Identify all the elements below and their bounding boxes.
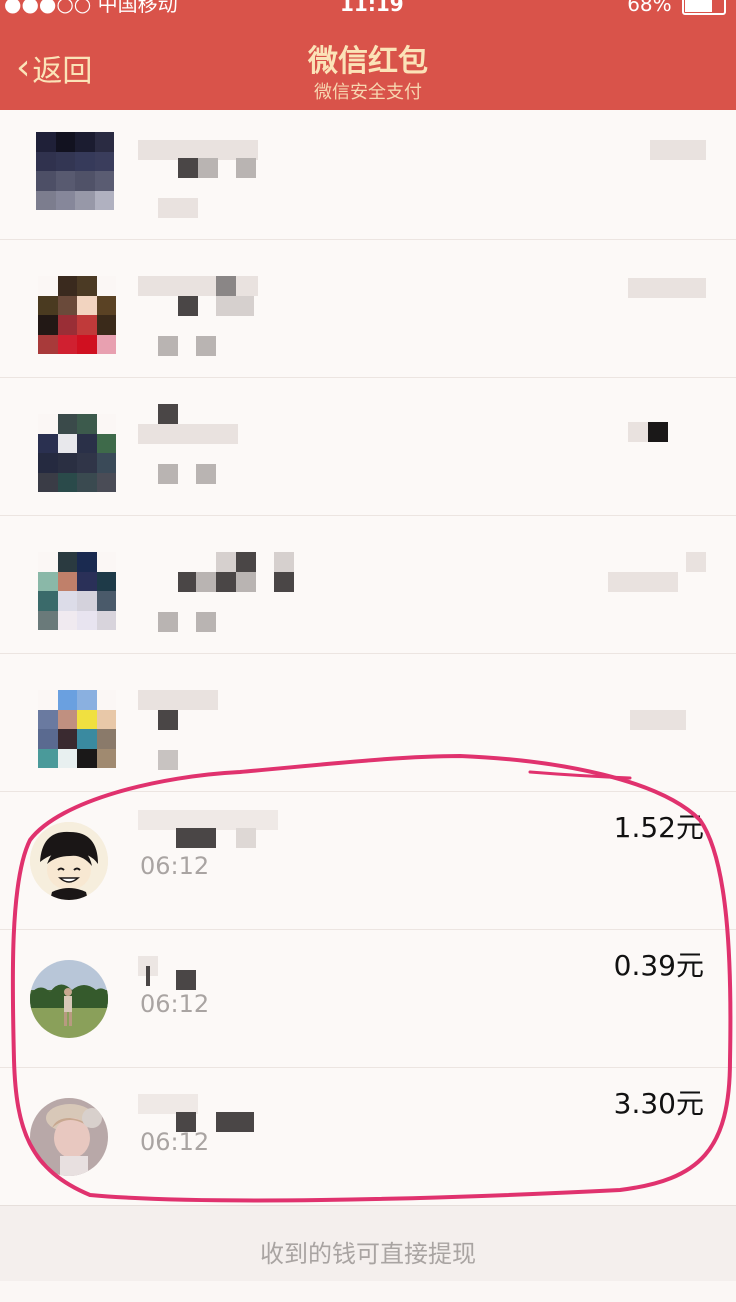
nav-bar: ‹ 返回 微信红包 微信安全支付 bbox=[0, 22, 736, 110]
avatar bbox=[38, 552, 116, 630]
avatar bbox=[36, 132, 114, 210]
avatar bbox=[38, 414, 116, 492]
time-label: 06:12 bbox=[140, 852, 210, 880]
avatar bbox=[30, 960, 108, 1038]
battery-percent: 68% bbox=[627, 0, 672, 16]
time-label: 06:12 bbox=[140, 990, 210, 1018]
carrier-label: ●●●○○ 中国移动 bbox=[4, 0, 178, 16]
page-subtitle: 微信安全支付 bbox=[314, 82, 422, 103]
amount-label: 1.52元 bbox=[613, 811, 704, 844]
avatar bbox=[38, 276, 116, 354]
avatar bbox=[30, 1098, 108, 1176]
battery-status: 68% bbox=[627, 0, 726, 15]
list-item[interactable]: 0.39元 06:12 bbox=[0, 930, 736, 1068]
clock: 11:19 bbox=[340, 0, 404, 16]
page-title: 微信红包 bbox=[308, 44, 428, 79]
footer-hint: 收到的钱可直接提现 bbox=[0, 1205, 736, 1281]
list-item[interactable]: 1.52元 06:12 bbox=[0, 792, 736, 930]
avatar bbox=[38, 690, 116, 768]
red-packet-list: 1.52元 06:12 0.39元 06:12 3.30元 06:12 bbox=[0, 110, 736, 1206]
list-item[interactable] bbox=[0, 654, 736, 792]
amount-label: 3.30元 bbox=[613, 1087, 704, 1120]
list-item[interactable] bbox=[0, 240, 736, 378]
status-bar: ●●●○○ 中国移动 11:19 68% bbox=[0, 0, 736, 22]
time-label: 06:12 bbox=[140, 1128, 210, 1156]
list-item[interactable] bbox=[0, 110, 736, 240]
list-item[interactable] bbox=[0, 516, 736, 654]
list-item[interactable]: 3.30元 06:12 bbox=[0, 1068, 736, 1206]
battery-icon bbox=[682, 0, 726, 15]
footer-text: 收到的钱可直接提现 bbox=[260, 1240, 476, 1268]
list-item[interactable] bbox=[0, 378, 736, 516]
avatar bbox=[30, 822, 108, 900]
amount-label: 0.39元 bbox=[613, 949, 704, 982]
